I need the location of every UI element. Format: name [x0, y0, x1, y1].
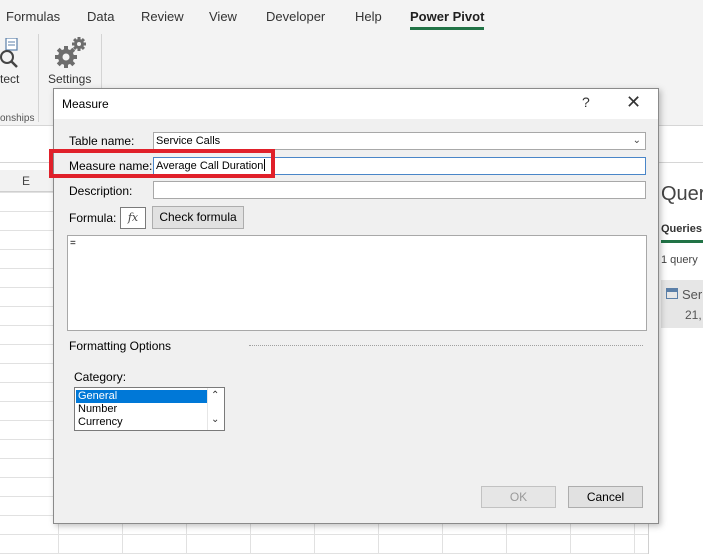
formatting-options-label: Formatting Options [69, 339, 172, 353]
query-item[interactable]: Ser 21, [661, 280, 703, 328]
fx-icon: fx [127, 211, 139, 224]
tab-review[interactable]: Review [141, 9, 184, 24]
cancel-button[interactable]: Cancel [568, 486, 643, 508]
queries-tab-underline [661, 240, 703, 243]
ribbon-group-label: onships [0, 113, 35, 124]
table-name-dropdown[interactable]: Service Calls ⌄ [153, 132, 646, 150]
tab-help[interactable]: Help [355, 9, 382, 24]
settings-button[interactable]: Settings [45, 34, 97, 90]
formula-text: = [70, 238, 76, 249]
category-listbox[interactable]: General Number Currency ⌃ ⌄ [74, 387, 225, 431]
section-divider [249, 345, 643, 346]
detect-button[interactable]: tect [0, 34, 36, 90]
query-item-name: Ser [682, 287, 703, 302]
tab-queries[interactable]: Queries [661, 223, 702, 235]
ok-button[interactable]: OK [481, 486, 556, 508]
active-tab-underline [410, 27, 485, 30]
tab-power-pivot-label: Power Pivot [410, 9, 485, 24]
dialog-titlebar[interactable]: Measure ? ✕ [54, 89, 658, 119]
query-count: 1 query [661, 254, 698, 266]
cancel-label: Cancel [586, 490, 625, 504]
table-name-label: Table name: [69, 134, 135, 148]
check-formula-button[interactable]: Check formula [152, 206, 244, 229]
scroll-down-icon[interactable]: ⌄ [211, 414, 219, 425]
tab-data[interactable]: Data [87, 9, 114, 24]
queries-pane-title: Quer [661, 183, 703, 205]
formula-editor[interactable]: = [67, 235, 647, 331]
check-formula-label: Check formula [159, 210, 237, 224]
description-label: Description: [69, 184, 133, 198]
tab-formulas[interactable]: Formulas [6, 9, 60, 24]
settings-label: Settings [48, 72, 92, 86]
ribbon-separator [38, 34, 39, 122]
category-option-currency[interactable]: Currency [76, 416, 207, 429]
help-icon[interactable]: ? [582, 94, 590, 110]
formula-label: Formula: [69, 211, 117, 225]
scroll-up-icon[interactable]: ⌃ [211, 390, 219, 401]
category-label: Category: [74, 370, 127, 384]
ok-label: OK [509, 490, 528, 504]
category-scrollbar[interactable]: ⌃ ⌄ [207, 388, 224, 430]
tab-view[interactable]: View [209, 9, 237, 24]
close-icon[interactable]: ✕ [626, 92, 641, 113]
highlight-annotation [49, 149, 275, 178]
category-option-number[interactable]: Number [76, 403, 207, 416]
table-icon [666, 288, 678, 299]
query-item-rows: 21, [685, 308, 702, 322]
table-name-value: Service Calls [156, 135, 221, 147]
gear-icon [55, 37, 86, 68]
detect-label: tect [0, 72, 20, 86]
detect-icon [0, 38, 18, 68]
tab-developer[interactable]: Developer [266, 9, 325, 24]
column-header-e[interactable]: E [22, 174, 30, 188]
ribbon-tab-bar: Formulas Data Review View Developer Help… [0, 0, 703, 34]
fx-insert-function-button[interactable]: fx [120, 207, 146, 229]
category-option-general[interactable]: General [76, 390, 207, 403]
dialog-title: Measure [62, 97, 109, 111]
tab-power-pivot[interactable]: Power Pivot [410, 9, 485, 30]
chevron-down-icon: ⌄ [632, 135, 641, 146]
description-input[interactable] [153, 181, 646, 199]
